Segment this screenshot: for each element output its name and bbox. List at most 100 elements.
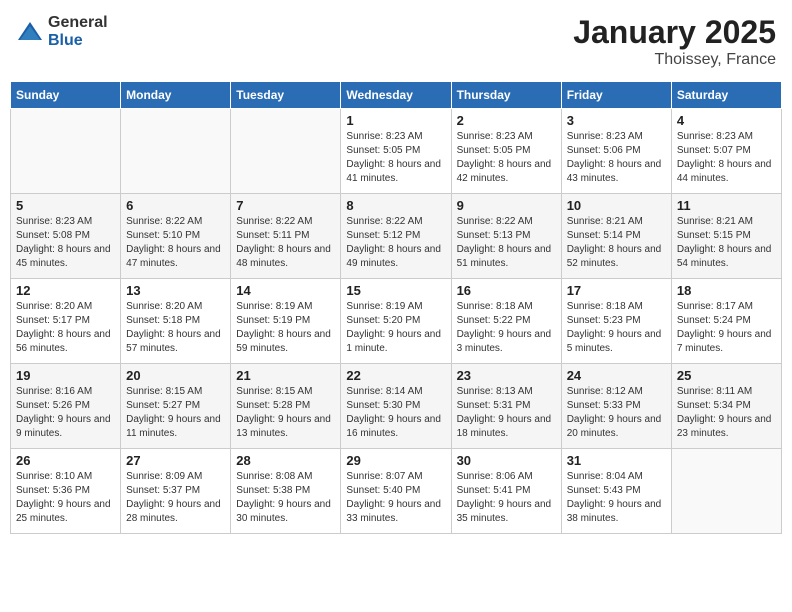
- calendar-day-cell: [11, 109, 121, 194]
- day-info: Sunrise: 8:22 AM Sunset: 5:13 PM Dayligh…: [457, 215, 556, 271]
- calendar-day-cell: 22 Sunrise: 8:14 AM Sunset: 5:30 PM Dayli…: [341, 364, 451, 449]
- calendar-day-cell: 15 Sunrise: 8:19 AM Sunset: 5:20 PM Dayli…: [341, 279, 451, 364]
- day-info: Sunrise: 8:04 AM Sunset: 5:43 PM Dayligh…: [567, 470, 666, 526]
- calendar-day-cell: 4 Sunrise: 8:23 AM Sunset: 5:07 PM Daylig…: [671, 109, 781, 194]
- day-info: Sunrise: 8:17 AM Sunset: 5:24 PM Dayligh…: [677, 300, 776, 356]
- day-number: 4: [677, 113, 776, 128]
- calendar-day-cell: 19 Sunrise: 8:16 AM Sunset: 5:26 PM Dayli…: [11, 364, 121, 449]
- calendar-week-row: 1 Sunrise: 8:23 AM Sunset: 5:05 PM Daylig…: [11, 109, 782, 194]
- day-number: 29: [346, 453, 445, 468]
- calendar-day-cell: 1 Sunrise: 8:23 AM Sunset: 5:05 PM Daylig…: [341, 109, 451, 194]
- logo-text: General Blue: [48, 14, 108, 49]
- day-info: Sunrise: 8:21 AM Sunset: 5:14 PM Dayligh…: [567, 215, 666, 271]
- calendar-day-cell: 18 Sunrise: 8:17 AM Sunset: 5:24 PM Dayli…: [671, 279, 781, 364]
- day-number: 26: [16, 453, 115, 468]
- day-number: 7: [236, 198, 335, 213]
- day-number: 31: [567, 453, 666, 468]
- calendar-day-cell: 5Sunrise: 8:23 AM Sunset: 5:08 PM Daylig…: [11, 194, 121, 279]
- calendar-day-cell: 31 Sunrise: 8:04 AM Sunset: 5:43 PM Dayli…: [561, 449, 671, 534]
- day-number: 14: [236, 283, 335, 298]
- day-info: Sunrise: 8:23 AM Sunset: 5:06 PM Dayligh…: [567, 130, 666, 186]
- day-number: 6: [126, 198, 225, 213]
- day-number: 2: [457, 113, 556, 128]
- day-number: 1: [346, 113, 445, 128]
- day-number: 19: [16, 368, 115, 383]
- weekday-header: Wednesday: [341, 82, 451, 109]
- day-number: 8: [346, 198, 445, 213]
- day-number: 3: [567, 113, 666, 128]
- calendar-day-cell: 8Sunrise: 8:22 AM Sunset: 5:12 PM Daylig…: [341, 194, 451, 279]
- calendar-day-cell: 9 Sunrise: 8:22 AM Sunset: 5:13 PM Daylig…: [451, 194, 561, 279]
- day-info: Sunrise: 8:19 AM Sunset: 5:20 PM Dayligh…: [346, 300, 445, 356]
- day-number: 9: [457, 198, 556, 213]
- calendar-day-cell: 10 Sunrise: 8:21 AM Sunset: 5:14 PM Dayli…: [561, 194, 671, 279]
- day-number: 18: [677, 283, 776, 298]
- day-info: Sunrise: 8:19 AM Sunset: 5:19 PM Dayligh…: [236, 300, 335, 356]
- calendar-day-cell: 2Sunrise: 8:23 AM Sunset: 5:05 PM Daylig…: [451, 109, 561, 194]
- calendar-day-cell: 14 Sunrise: 8:19 AM Sunset: 5:19 PM Dayli…: [231, 279, 341, 364]
- title-area: January 2025 Thoissey, France: [573, 14, 776, 69]
- calendar-day-cell: 12 Sunrise: 8:20 AM Sunset: 5:17 PM Dayli…: [11, 279, 121, 364]
- calendar-day-cell: 24Sunrise: 8:12 AM Sunset: 5:33 PM Dayli…: [561, 364, 671, 449]
- calendar-body: 1 Sunrise: 8:23 AM Sunset: 5:05 PM Daylig…: [11, 109, 782, 534]
- calendar-week-row: 19 Sunrise: 8:16 AM Sunset: 5:26 PM Dayli…: [11, 364, 782, 449]
- day-info: Sunrise: 8:15 AM Sunset: 5:27 PM Dayligh…: [126, 385, 225, 441]
- day-number: 16: [457, 283, 556, 298]
- calendar-day-cell: 6 Sunrise: 8:22 AM Sunset: 5:10 PM Daylig…: [121, 194, 231, 279]
- calendar-day-cell: 16Sunrise: 8:18 AM Sunset: 5:22 PM Dayli…: [451, 279, 561, 364]
- day-info: Sunrise: 8:23 AM Sunset: 5:07 PM Dayligh…: [677, 130, 776, 186]
- calendar-week-row: 12 Sunrise: 8:20 AM Sunset: 5:17 PM Dayli…: [11, 279, 782, 364]
- day-info: Sunrise: 8:16 AM Sunset: 5:26 PM Dayligh…: [16, 385, 115, 441]
- calendar-week-row: 5Sunrise: 8:23 AM Sunset: 5:08 PM Daylig…: [11, 194, 782, 279]
- day-number: 28: [236, 453, 335, 468]
- day-info: Sunrise: 8:11 AM Sunset: 5:34 PM Dayligh…: [677, 385, 776, 441]
- day-info: Sunrise: 8:20 AM Sunset: 5:17 PM Dayligh…: [16, 300, 115, 356]
- weekday-header: Monday: [121, 82, 231, 109]
- day-info: Sunrise: 8:23 AM Sunset: 5:05 PM Dayligh…: [346, 130, 445, 186]
- weekday-header: Thursday: [451, 82, 561, 109]
- calendar-week-row: 26 Sunrise: 8:10 AM Sunset: 5:36 PM Dayli…: [11, 449, 782, 534]
- weekday-header: Tuesday: [231, 82, 341, 109]
- day-number: 12: [16, 283, 115, 298]
- day-info: Sunrise: 8:12 AM Sunset: 5:33 PM Dayligh…: [567, 385, 666, 441]
- day-number: 23: [457, 368, 556, 383]
- page-header: General Blue January 2025 Thoissey, Fran…: [10, 10, 782, 73]
- location-title: Thoissey, France: [573, 51, 776, 69]
- day-number: 13: [126, 283, 225, 298]
- day-number: 25: [677, 368, 776, 383]
- calendar-table: SundayMondayTuesdayWednesdayThursdayFrid…: [10, 81, 782, 534]
- calendar-day-cell: 26 Sunrise: 8:10 AM Sunset: 5:36 PM Dayli…: [11, 449, 121, 534]
- calendar-day-cell: 17Sunrise: 8:18 AM Sunset: 5:23 PM Dayli…: [561, 279, 671, 364]
- day-info: Sunrise: 8:10 AM Sunset: 5:36 PM Dayligh…: [16, 470, 115, 526]
- calendar-day-cell: [231, 109, 341, 194]
- calendar-day-cell: 30 Sunrise: 8:06 AM Sunset: 5:41 PM Dayli…: [451, 449, 561, 534]
- day-number: 20: [126, 368, 225, 383]
- day-number: 30: [457, 453, 556, 468]
- day-info: Sunrise: 8:23 AM Sunset: 5:08 PM Dayligh…: [16, 215, 115, 271]
- day-info: Sunrise: 8:09 AM Sunset: 5:37 PM Dayligh…: [126, 470, 225, 526]
- weekday-row: SundayMondayTuesdayWednesdayThursdayFrid…: [11, 82, 782, 109]
- logo-icon: [16, 18, 44, 46]
- calendar-day-cell: 25 Sunrise: 8:11 AM Sunset: 5:34 PM Dayli…: [671, 364, 781, 449]
- month-title: January 2025: [573, 14, 776, 51]
- day-number: 15: [346, 283, 445, 298]
- day-info: Sunrise: 8:06 AM Sunset: 5:41 PM Dayligh…: [457, 470, 556, 526]
- day-info: Sunrise: 8:13 AM Sunset: 5:31 PM Dayligh…: [457, 385, 556, 441]
- day-number: 10: [567, 198, 666, 213]
- calendar-day-cell: 7Sunrise: 8:22 AM Sunset: 5:11 PM Daylig…: [231, 194, 341, 279]
- calendar-day-cell: 3 Sunrise: 8:23 AM Sunset: 5:06 PM Daylig…: [561, 109, 671, 194]
- day-info: Sunrise: 8:20 AM Sunset: 5:18 PM Dayligh…: [126, 300, 225, 356]
- day-number: 22: [346, 368, 445, 383]
- calendar-header: SundayMondayTuesdayWednesdayThursdayFrid…: [11, 82, 782, 109]
- day-info: Sunrise: 8:08 AM Sunset: 5:38 PM Dayligh…: [236, 470, 335, 526]
- weekday-header: Saturday: [671, 82, 781, 109]
- weekday-header: Friday: [561, 82, 671, 109]
- day-info: Sunrise: 8:22 AM Sunset: 5:10 PM Dayligh…: [126, 215, 225, 271]
- calendar-day-cell: 29Sunrise: 8:07 AM Sunset: 5:40 PM Dayli…: [341, 449, 451, 534]
- day-info: Sunrise: 8:14 AM Sunset: 5:30 PM Dayligh…: [346, 385, 445, 441]
- calendar-day-cell: 21Sunrise: 8:15 AM Sunset: 5:28 PM Dayli…: [231, 364, 341, 449]
- calendar-day-cell: 13 Sunrise: 8:20 AM Sunset: 5:18 PM Dayli…: [121, 279, 231, 364]
- day-number: 21: [236, 368, 335, 383]
- calendar-day-cell: 11Sunrise: 8:21 AM Sunset: 5:15 PM Dayli…: [671, 194, 781, 279]
- day-info: Sunrise: 8:21 AM Sunset: 5:15 PM Dayligh…: [677, 215, 776, 271]
